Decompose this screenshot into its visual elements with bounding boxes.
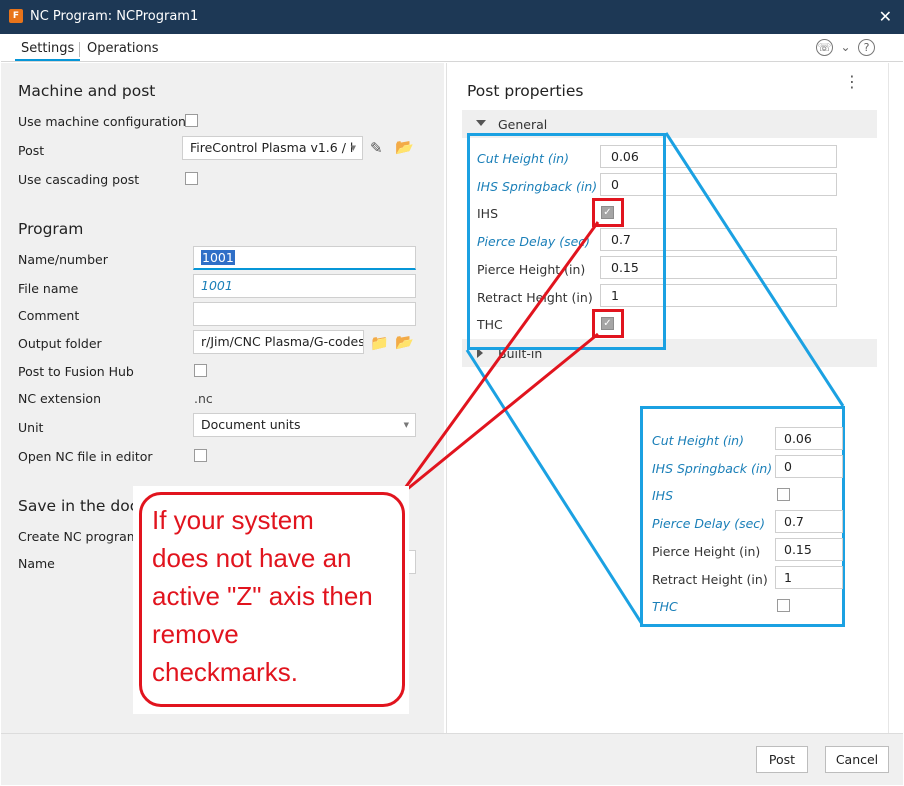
zoom-label-ihs: IHS xyxy=(652,488,674,503)
post-button[interactable]: Post xyxy=(756,746,808,773)
post-to-hub-label: Post to Fusion Hub xyxy=(18,364,134,379)
zoom-cut-height-input: 0.06 xyxy=(775,427,843,450)
tab-strip: Settings Operations ☏ ⌄ ? xyxy=(1,34,903,62)
use-cascading-post-checkbox[interactable] xyxy=(185,172,198,185)
close-icon[interactable]: ✕ xyxy=(879,7,892,26)
annotation-red-box-thc xyxy=(592,309,624,338)
header-icons: ☏ ⌄ ? xyxy=(813,39,875,56)
zoom-ihs-springback-input: 0 xyxy=(775,455,843,478)
annotation-highlight-box xyxy=(467,133,666,350)
group-general-label: General xyxy=(498,117,548,132)
tab-operations[interactable]: Operations xyxy=(87,41,158,56)
zoom-label-pierce-height: Pierce Height (in) xyxy=(652,544,761,559)
callout-line: remove xyxy=(152,619,239,649)
nc-extension-label: NC extension xyxy=(18,391,101,406)
use-machine-config-checkbox[interactable] xyxy=(185,114,198,127)
post-select[interactable]: FireControl Plasma v1.6 / l ▼ xyxy=(182,136,363,160)
open-nc-label: Open NC file in editor xyxy=(18,449,153,464)
callout-line: active "Z" axis then xyxy=(152,581,373,611)
name-number-label: Name/number xyxy=(18,252,108,267)
file-name-label: File name xyxy=(18,281,79,296)
output-folder-label: Output folder xyxy=(18,336,102,351)
callout-line: If your system xyxy=(152,505,314,535)
name-number-input[interactable]: 1001 xyxy=(193,246,416,270)
cancel-button[interactable]: Cancel xyxy=(825,746,889,773)
save-name-label: Name xyxy=(18,556,55,571)
nc-extension-value: .nc xyxy=(194,391,213,406)
zoom-ihs-checkbox xyxy=(777,488,790,501)
zoom-label-cut-height: Cut Height (in) xyxy=(652,433,744,448)
edit-pencil-icon[interactable]: ✎ xyxy=(370,139,383,157)
zoom-pierce-height-input: 0.15 xyxy=(775,538,843,561)
file-name-input[interactable]: 1001 xyxy=(193,274,416,298)
comment-input[interactable] xyxy=(193,302,416,326)
chevron-down-icon: ▼ xyxy=(350,144,356,152)
section-title-program: Program xyxy=(18,220,84,238)
comment-label: Comment xyxy=(18,308,80,323)
open-nc-checkbox[interactable] xyxy=(194,449,207,462)
zoom-label-ihs-springback: IHS Springback (in) xyxy=(652,461,773,476)
section-title-save-in-doc: Save in the doc xyxy=(18,497,139,515)
annotation-red-box-ihs xyxy=(592,198,624,227)
window-title: NC Program: NCProgram1 xyxy=(30,9,199,24)
callout-line: does not have an xyxy=(152,543,352,573)
post-label: Post xyxy=(18,143,45,158)
support-icon[interactable]: ☏ xyxy=(816,39,834,56)
output-folder-value: r/Jim/CNC Plasma/G-codes xyxy=(201,334,364,349)
collapse-triangle-icon xyxy=(476,120,486,126)
post-select-value: FireControl Plasma v1.6 / l xyxy=(190,140,354,155)
open-folder-icon[interactable]: 📂 xyxy=(395,333,414,351)
output-folder-input[interactable]: r/Jim/CNC Plasma/G-codes xyxy=(193,330,364,354)
open-folder-icon[interactable]: 📂 xyxy=(395,138,414,156)
zoom-retract-height-input: 1 xyxy=(775,566,843,589)
annotation-zoom-panel: Cut Height (in) 0.06 IHS Springback (in)… xyxy=(640,406,845,627)
use-machine-config-label: Use machine configuration xyxy=(18,114,186,129)
create-nc-program-label: Create NC program xyxy=(18,529,139,544)
callout-line: checkmarks. xyxy=(152,657,298,687)
zoom-pierce-delay-input: 0.7 xyxy=(775,510,843,533)
post-to-hub-checkbox[interactable] xyxy=(194,364,207,377)
more-options-icon[interactable]: ⋮ xyxy=(844,74,860,90)
zoom-label-pierce-delay: Pierce Delay (sec) xyxy=(652,516,766,531)
annotation-callout: If your system does not have an active "… xyxy=(139,492,405,707)
chevron-down-icon[interactable]: ⌄ xyxy=(840,40,850,54)
unit-label: Unit xyxy=(18,420,44,435)
fusion-app-icon: F xyxy=(9,9,23,23)
tab-divider xyxy=(79,42,80,57)
zoom-thc-checkbox xyxy=(777,599,790,612)
zoom-label-thc: THC xyxy=(652,599,678,614)
zoom-label-retract-height: Retract Height (in) xyxy=(652,572,768,587)
tab-settings[interactable]: Settings xyxy=(15,41,81,61)
use-cascading-post-label: Use cascading post xyxy=(18,172,140,187)
panel-edge xyxy=(888,63,903,733)
unit-select[interactable]: Document units ▼ xyxy=(193,413,416,437)
section-title-machine-and-post: Machine and post xyxy=(18,82,156,100)
title-bar: F NC Program: NCProgram1 ✕ xyxy=(0,0,904,34)
chevron-down-icon: ▼ xyxy=(403,421,409,429)
unit-select-value: Document units xyxy=(201,417,301,432)
folder-view-icon[interactable]: 📁 xyxy=(370,334,389,352)
name-number-value: 1001 xyxy=(201,250,235,265)
help-icon[interactable]: ? xyxy=(858,39,875,56)
file-name-hint: 1001 xyxy=(201,278,233,293)
post-properties-title: Post properties xyxy=(467,82,584,100)
